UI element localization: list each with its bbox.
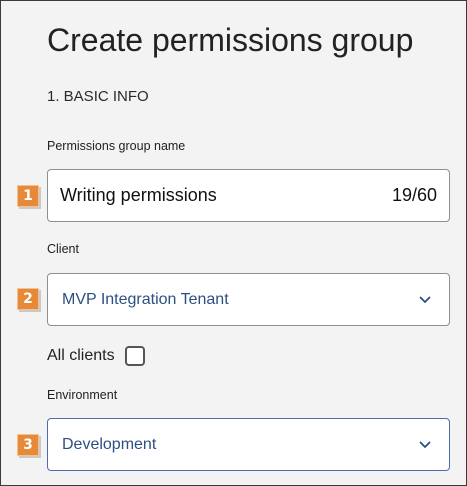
section-title: 1. BASIC INFO bbox=[47, 88, 149, 105]
group-name-label: Permissions group name bbox=[47, 139, 186, 153]
group-name-value: Writing permissions bbox=[60, 185, 217, 205]
chevron-down-icon bbox=[419, 296, 431, 303]
client-selected-value: MVP Integration Tenant bbox=[62, 291, 229, 308]
all-clients-checkbox[interactable] bbox=[124, 346, 145, 366]
step-badge-3: 3 bbox=[17, 434, 39, 456]
character-counter: 19/60 bbox=[391, 185, 437, 205]
client-label: Client bbox=[47, 242, 79, 256]
chevron-down-icon bbox=[419, 441, 431, 448]
step-badge-1: 1 bbox=[17, 185, 39, 207]
create-permissions-group-panel: Create permissions group 1. BASIC INFO P… bbox=[0, 0, 467, 486]
client-select[interactable]: MVP Integration Tenant bbox=[47, 273, 450, 326]
all-clients-row: All clients bbox=[47, 344, 145, 368]
group-name-input[interactable]: Writing permissions 19/60 bbox=[47, 169, 450, 222]
environment-select[interactable]: Development bbox=[47, 418, 450, 471]
page-title: Create permissions group bbox=[47, 22, 414, 58]
step-badge-2: 2 bbox=[17, 288, 39, 310]
environment-selected-value: Development bbox=[62, 436, 157, 453]
environment-label: Environment bbox=[47, 388, 118, 402]
all-clients-label: All clients bbox=[47, 347, 115, 364]
